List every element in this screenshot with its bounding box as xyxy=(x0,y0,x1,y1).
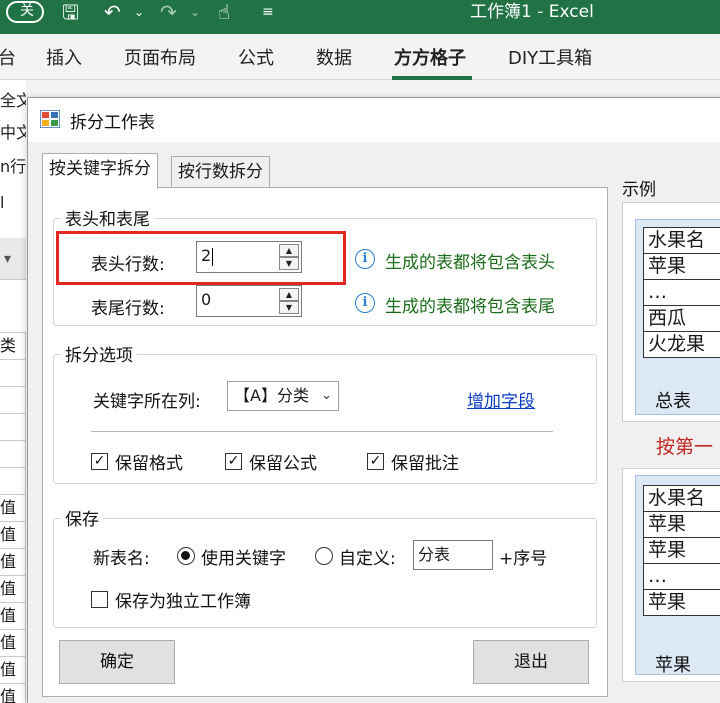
use-keyword-label[interactable]: 使用关键字 xyxy=(201,544,286,569)
example-sheet-tab-total: 总表 xyxy=(655,391,691,412)
example-cell: 苹果 xyxy=(643,589,720,616)
divider xyxy=(91,431,553,432)
new-sheet-name-label: 新表名: xyxy=(93,549,150,569)
window-title: 工作簿1 - Excel xyxy=(470,2,594,22)
example-frame-total: 水果名 苹果 … 西瓜 火龙果 总表 xyxy=(622,202,720,422)
tab-diy-toolbox[interactable]: DIY工具箱 xyxy=(508,44,592,70)
tab-fangfang[interactable]: 方方格子 xyxy=(394,44,466,70)
keyword-column-value: 【A】分类 xyxy=(234,386,309,405)
footer-rows-spinner[interactable]: 0 ▲ ▼ xyxy=(196,285,302,317)
keyword-column-select[interactable]: 【A】分类 ⌄ xyxy=(227,381,339,411)
cell[interactable]: 值 xyxy=(0,602,26,629)
example-cell: … xyxy=(643,563,720,590)
tab-split-by-keyword[interactable]: 按关键字拆分 xyxy=(42,153,158,189)
spin-down-icon[interactable]: ▼ xyxy=(279,301,299,314)
tab-page-layout[interactable]: 页面布局 xyxy=(124,44,196,70)
tab-home-partial[interactable]: 台 xyxy=(0,44,16,70)
group-label-split-options: 拆分选项 xyxy=(61,341,137,366)
tab-split-by-rows[interactable]: 按行数拆分 xyxy=(171,156,270,188)
ribbon-cmd-rows[interactable]: n行 xyxy=(0,154,26,180)
footer-rows-value[interactable]: 0 xyxy=(201,290,211,309)
ribbon-cmd-fulltext[interactable]: 全文 xyxy=(0,88,26,114)
spin-up-icon[interactable]: ▲ xyxy=(279,288,299,301)
custom-name-input[interactable]: 分表 xyxy=(413,540,493,570)
cell[interactable]: 类 xyxy=(0,332,26,359)
annotation-highlight-box xyxy=(56,231,346,285)
cell[interactable] xyxy=(0,467,26,494)
worksheet-left-strip: 全文 中文 n行 l ▾ 类 值 值 值 值 值 值 值 值 xyxy=(0,80,26,703)
footer-rows-label: 表尾行数: xyxy=(91,299,165,319)
app-grid-icon xyxy=(40,110,60,128)
example-cell: 苹果 xyxy=(643,537,720,564)
cell[interactable]: 值 xyxy=(0,548,26,575)
autosave-label: 关 xyxy=(20,3,34,19)
tab-insert[interactable]: 插入 xyxy=(46,44,82,70)
cell[interactable] xyxy=(0,440,26,467)
cell[interactable]: 值 xyxy=(0,494,26,521)
save-icon[interactable]: 🖫 xyxy=(62,1,79,23)
autosave-toggle[interactable]: 关 xyxy=(6,1,44,23)
customize-icon[interactable]: ≡ xyxy=(262,1,274,23)
split-worksheet-dialog: 拆分工作表 按关键字拆分 按行数拆分 表头和表尾 表头行数: 2 ▲ ▼ i 生… xyxy=(27,97,720,703)
tab-formulas[interactable]: 公式 xyxy=(238,44,274,70)
keep-format-label[interactable]: 保留格式 xyxy=(115,449,183,474)
cell[interactable] xyxy=(0,413,26,440)
example-note: 按第一 xyxy=(656,436,714,458)
cell[interactable]: 值 xyxy=(0,683,26,703)
ribbon-commands xyxy=(0,80,720,98)
custom-name-radio[interactable] xyxy=(315,547,333,565)
example-sheet-tab-apple: 苹果 xyxy=(655,655,691,676)
undo-icon[interactable]: ↶ xyxy=(104,1,121,23)
ribbon-tabs: 台 插入 页面布局 公式 数据 方方格子 DIY工具箱 xyxy=(0,34,720,80)
ribbon-cmd-more[interactable]: l xyxy=(0,190,26,216)
ribbon-cmd-chinese[interactable]: 中文 xyxy=(0,120,26,146)
group-label-header-footer: 表头和表尾 xyxy=(61,205,154,230)
example-cell: 水果名 xyxy=(643,485,720,512)
keep-formula-label[interactable]: 保留公式 xyxy=(249,449,317,474)
redo-dropdown-icon[interactable]: ⌄ xyxy=(190,1,200,23)
suffix-label: +序号 xyxy=(499,549,548,569)
name-box-dropdown[interactable]: ▾ xyxy=(0,238,26,280)
info-icon: i xyxy=(355,249,375,269)
keep-format-checkbox[interactable]: ✓ xyxy=(91,453,108,470)
cell[interactable]: 值 xyxy=(0,629,26,656)
redo-icon[interactable]: ↷ xyxy=(160,1,177,23)
example-frame-apple: 水果名 苹果 苹果 … 苹果 苹果 xyxy=(622,468,720,682)
header-hint: 生成的表都将包含表头 xyxy=(385,253,555,273)
chevron-down-icon: ▾ xyxy=(4,251,12,267)
keep-comment-checkbox[interactable]: ✓ xyxy=(367,453,384,470)
keyword-column-label: 关键字所在列: xyxy=(93,392,201,412)
cell[interactable] xyxy=(0,386,26,413)
dialog-title: 拆分工作表 xyxy=(70,113,155,133)
tab-data[interactable]: 数据 xyxy=(316,44,352,70)
excel-title-bar: 关 🖫 ↶ ⌄ ↷ ⌄ ☝ ≡ 工作簿1 - Excel xyxy=(0,0,720,34)
example-cell: 西瓜 xyxy=(643,305,720,332)
example-cell: 水果名 xyxy=(643,227,720,254)
ok-button[interactable]: 确定 xyxy=(59,640,175,684)
cell[interactable] xyxy=(0,359,26,386)
footer-hint: 生成的表都将包含表尾 xyxy=(385,297,555,317)
example-cell: … xyxy=(643,279,720,306)
undo-dropdown-icon[interactable]: ⌄ xyxy=(134,1,144,23)
save-as-workbook-checkbox[interactable] xyxy=(91,591,108,608)
example-cell: 火龙果 xyxy=(643,331,720,358)
add-field-link[interactable]: 增加字段 xyxy=(467,387,535,412)
custom-name-label[interactable]: 自定义: xyxy=(339,544,396,569)
touch-mode-icon[interactable]: ☝ xyxy=(218,1,230,23)
dialog-title-bar: 拆分工作表 xyxy=(28,98,720,142)
exit-button[interactable]: 退出 xyxy=(473,640,589,684)
example-label: 示例 xyxy=(622,180,656,200)
cell[interactable]: 值 xyxy=(0,575,26,602)
chevron-down-icon: ⌄ xyxy=(321,388,332,403)
info-icon: i xyxy=(355,293,375,313)
example-cell: 苹果 xyxy=(643,253,720,280)
example-cell: 苹果 xyxy=(643,511,720,538)
group-label-save: 保存 xyxy=(61,505,103,530)
keep-formula-checkbox[interactable]: ✓ xyxy=(225,453,242,470)
save-as-workbook-label[interactable]: 保存为独立工作簿 xyxy=(115,587,251,612)
keep-comment-label[interactable]: 保留批注 xyxy=(391,449,459,474)
cell[interactable]: 值 xyxy=(0,656,26,683)
cell[interactable]: 值 xyxy=(0,521,26,548)
use-keyword-radio[interactable] xyxy=(177,547,195,565)
